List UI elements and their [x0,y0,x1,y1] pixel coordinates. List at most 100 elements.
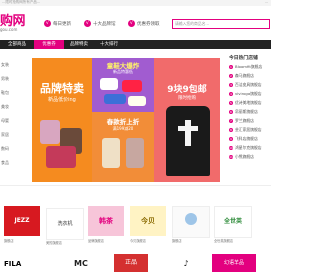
hot-store-item[interactable]: 7 罗兰旗舰店 [229,118,254,124]
brand-logo-text: 韩茶 [99,217,113,225]
brand-logo-zhengpin[interactable]: 正品 [114,254,148,272]
brand-logo-text: 洗衣机 [57,221,73,227]
brand-logo-mc[interactable]: MC [74,256,104,272]
banner-kids-shoes[interactable]: 童鞋大爆炸 新品特惠低 春款折上折 满199减20 [92,58,154,182]
handbag-image [40,120,60,144]
hot-store-label: 飞科店旗舰店 [235,136,258,141]
feature-label: 优惠券领取 [137,21,160,27]
category-sidebar: 女装 男装 鞋包 美妆 母婴 家居 数码 食品 [0,54,30,179]
feature-daily-update: √ 每日更新 [44,20,71,27]
brand-caption: 美的旗舰店 [46,241,62,245]
banner-title: 品牌特卖 [40,82,84,95]
hot-store-item[interactable]: 3 百洁皮具旗舰店 [229,82,262,88]
hot-stores-panel: 今日热门店铺 1 Bloomfit旗舰店 2 森马旗舰店 3 百洁皮具旗舰店 4 viv… [225,54,271,178]
brand-caption: 品牌旗舰店 [88,239,104,243]
brand-card[interactable] [172,206,210,238]
search-input[interactable]: 请输入您的商品名... [172,19,270,29]
main-nav: 全部商品 优惠券 品牌特卖 十大排行 [0,40,271,49]
nav-coupon[interactable]: 优惠券 [34,40,64,49]
nav-brand-sale[interactable]: 品牌特卖 [64,40,94,49]
feature-label: 十大品牌馆 [93,21,116,27]
hot-store-label: 百洁皮具旗舰店 [235,82,262,87]
hot-store-label: viviroga旗舰店 [235,91,262,96]
feature-coupon: √ 优惠券领取 [128,20,160,27]
category-item[interactable]: 食品 [1,160,9,166]
rank-badge: 10 [229,146,233,150]
banner-nine-nine[interactable]: 9块9包邮 限时抢购 [154,58,220,182]
feature-label: 每日更新 [53,21,71,27]
category-item[interactable]: 女装 [1,62,9,68]
check-icon: √ [128,20,135,27]
section-divider [0,185,271,186]
hot-store-item[interactable]: 5 优诗美地旗舰店 [229,100,262,106]
brand-logo-huanyu[interactable]: 幻语羊品 [212,254,256,272]
promo-banner[interactable]: 品牌特卖 新品低价ing 童鞋大爆炸 新品特惠低 春款折上折 满199减20 9… [32,58,220,182]
hot-store-item[interactable]: 4 viviroga旗舰店 [229,91,262,97]
hot-store-label: 森马旗舰店 [235,73,254,78]
shoe-image [122,80,142,92]
cross-pattern [185,120,191,146]
hot-store-label: 鸿星尔克旗舰店 [235,145,262,150]
top-utility-bar: ...限时抢购网所有产品... ... [0,0,271,6]
hot-store-label: 优诗美地旗舰店 [235,100,262,105]
brand-logo-text: 今贝 [141,217,155,225]
topbar-right-text[interactable]: ... [265,0,268,4]
brand-caption: 全世英旗舰店 [214,239,234,243]
brand-caption: 旗舰店 [172,239,182,243]
brand-card[interactable]: JEZZ [4,206,40,236]
category-item[interactable]: 数码 [1,146,9,152]
hot-store-label: 罗兰旗舰店 [235,118,254,123]
clothing-image [102,138,120,168]
topbar-left-text: ...限时抢购网所有产品... [2,0,41,4]
shoe-image [128,96,146,106]
site-logo-sub: gou.com [0,27,18,32]
hot-store-item[interactable]: 8 芸汇家居旗舰店 [229,127,262,133]
nav-top-ten[interactable]: 十大排行 [94,40,124,49]
category-item[interactable]: 家居 [1,132,9,138]
hot-store-item[interactable]: 1 Bloomfit旗舰店 [229,64,262,70]
hot-store-item[interactable]: 6 帛丽斯旗舰店 [229,109,258,115]
banner-subtitle: 满199减20 [112,126,134,131]
banner-subtitle: 新品低价ing [48,97,76,103]
brand-logo-text: JEZZ [14,217,30,224]
hot-store-item[interactable]: 9 飞科店旗舰店 [229,136,258,142]
category-item[interactable]: 男装 [1,76,9,82]
banner-subtitle: 限时抢购 [178,96,196,101]
brand-logo-fila[interactable]: FILA [4,256,40,272]
hot-stores-title: 今日热门店铺 [229,56,258,61]
banner-brand-sale[interactable]: 品牌特卖 新品低价ing [32,58,92,182]
banner-subtitle: 新品特惠低 [113,69,133,74]
shoe-image [104,94,126,104]
rank-badge: 4 [229,92,233,96]
hot-store-item[interactable]: 11 小熊旗舰店 [229,154,254,160]
brand-card[interactable]: 今贝 [130,206,166,236]
hot-store-label: 帛丽斯旗舰店 [235,109,258,114]
hot-store-item[interactable]: 2 森马旗舰店 [229,73,254,79]
hot-store-item[interactable]: 10 鸿星尔克旗舰店 [229,145,262,151]
clothing-image [126,138,144,168]
brand-caption: 今贝旗舰店 [130,239,146,243]
hot-store-label: 小熊旗舰店 [235,154,254,159]
banner-title: 春款折上折 [106,118,140,126]
rank-badge: 11 [229,155,233,159]
brand-card[interactable]: 全世英 [214,206,252,238]
brand-emblem-icon [185,213,197,225]
banner-title: 9块9包邮 [167,85,207,95]
brand-card[interactable]: 洗衣机 [46,208,84,240]
category-item[interactable]: 鞋包 [1,90,9,96]
rank-badge: 7 [229,119,233,123]
rank-badge: 5 [229,101,233,105]
rank-badge: 2 [229,74,233,78]
hot-store-label: 芸汇家居旗舰店 [235,127,262,132]
rank-badge: 8 [229,128,233,132]
rank-badge: 1 [229,65,233,69]
hot-store-label: Bloomfit旗舰店 [235,64,263,69]
brand-card[interactable]: 韩茶 [88,206,124,236]
shoe-image [100,78,118,90]
brand-caption: 旗舰店 [4,239,14,243]
nav-all-products[interactable]: 全部商品 [0,40,34,49]
category-item[interactable]: 美妆 [1,104,9,110]
category-item[interactable]: 母婴 [1,118,9,124]
brand-logo-note[interactable]: ♪ [176,256,196,272]
handbag-image [46,146,76,168]
